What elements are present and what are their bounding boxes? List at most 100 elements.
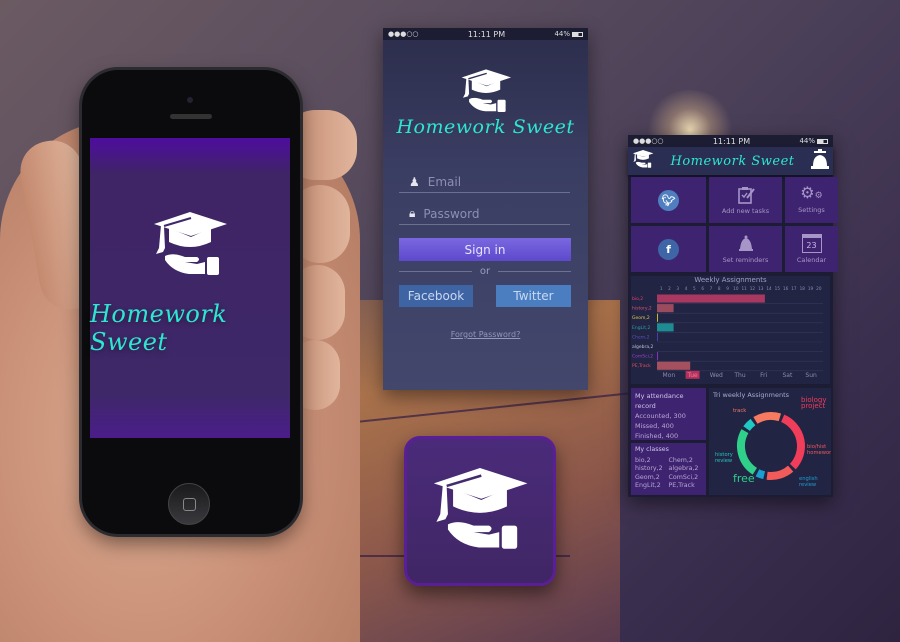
- earpiece: [170, 114, 212, 119]
- attendance-line: Accounted, 300: [635, 412, 686, 420]
- dashboard-screen: ●●●○○ 11:11 PM 44% Homework Sweet 🐦︎ Add…: [628, 135, 838, 497]
- email-placeholder: Email: [427, 174, 462, 189]
- app-icon[interactable]: [404, 436, 556, 586]
- signal-icon: ●●●○○: [388, 30, 419, 38]
- category-label: bio,2: [632, 296, 643, 302]
- category-label: Geom,2: [632, 315, 650, 321]
- slice-label: review: [799, 482, 817, 488]
- settings-tile[interactable]: ⚙⚙ Settings: [785, 177, 838, 223]
- bar: [657, 352, 658, 361]
- tile-label: Set reminders: [722, 255, 769, 264]
- day-label: Wed: [710, 372, 723, 379]
- weekly-chart-svg: 1 2 3 4 5 6 7 8 9 10 11 12 13 14 15 16 17 18 19 20bio,2hist…: [632, 286, 823, 379]
- attendance-line: Missed, 400: [635, 422, 674, 430]
- x-tick-label: 15: [775, 286, 781, 291]
- x-tick-label: 5: [693, 286, 696, 291]
- user-icon: ♟: [409, 174, 420, 189]
- tile-label: Add new tasks: [721, 206, 770, 215]
- app-name: Homework Sweet: [90, 300, 228, 356]
- password-field[interactable]: 🔒︎ Password: [399, 203, 570, 225]
- slice-label: free: [733, 472, 755, 485]
- attendance-panel: My attendance record Accounted, 300 Miss…: [631, 388, 706, 440]
- login-screen: ●●●○○ 11:11 PM 44% Homework Sweet ♟ Emai…: [383, 28, 588, 390]
- reminders-tile[interactable]: Set reminders: [709, 226, 782, 272]
- action-tiles: 🐦︎ Add new tasks ⚙⚙ Settings f Set remin…: [628, 175, 838, 272]
- classes-title: My classes: [635, 446, 669, 453]
- calendar-icon: 23: [801, 234, 822, 253]
- slice-label: homework: [807, 450, 831, 456]
- app-header: Homework Sweet: [628, 147, 833, 175]
- tri-weekly-chart: Tri weekly Assignments biology project bio…: [709, 388, 834, 495]
- x-tick-label: 20: [816, 286, 822, 291]
- twitter-button[interactable]: Twitter: [496, 285, 571, 307]
- category-label: EngLit,2: [632, 325, 651, 331]
- battery-indicator: 44%: [554, 30, 583, 38]
- day-label: Mon: [663, 372, 676, 379]
- signal-icon: ●●●○○: [633, 137, 664, 145]
- twitter-tile[interactable]: 🐦︎: [631, 177, 706, 223]
- attendance-line: Finished, 400: [635, 432, 679, 440]
- x-tick-label: 11: [741, 286, 747, 291]
- slice-label: track: [733, 408, 746, 414]
- class-item: EngLit,2: [635, 482, 661, 490]
- facebook-tile[interactable]: f: [631, 226, 706, 272]
- email-field[interactable]: ♟ Email: [399, 171, 570, 193]
- day-label: Thu: [733, 372, 745, 379]
- home-button[interactable]: [168, 483, 210, 525]
- bar: [657, 304, 674, 313]
- class-item: PE,Track: [668, 482, 695, 490]
- graduation-cap-hand-icon[interactable]: [632, 149, 654, 173]
- password-placeholder: Password: [423, 206, 480, 221]
- calendar-tile[interactable]: 23 Calendar: [785, 226, 838, 272]
- tile-label: Calendar: [796, 256, 827, 264]
- x-tick-label: 3: [676, 286, 679, 291]
- lock-icon: 🔒︎: [409, 206, 416, 220]
- attendance-title: My attendance record: [635, 392, 684, 410]
- class-item: ComSci,2: [668, 473, 699, 481]
- clock: 11:11 PM: [467, 29, 506, 39]
- status-bar: ●●●○○ 11:11 PM 44%: [628, 135, 833, 147]
- x-tick-label: 17: [791, 286, 797, 291]
- x-tick-label: 9: [726, 286, 729, 291]
- x-tick-label: 4: [685, 286, 688, 291]
- x-tick-label: 16: [783, 286, 789, 291]
- class-item: Chem,2: [668, 456, 693, 464]
- facebook-button[interactable]: Facebook: [399, 285, 473, 307]
- category-label: ComSci,2: [632, 354, 653, 360]
- battery-icon: [817, 138, 828, 144]
- bell-ringer-icon[interactable]: [810, 148, 829, 174]
- graduation-cap-hand-icon: [459, 68, 513, 114]
- weekly-assignments-chart: Weekly Assignments 1 2 3 4 5 6 7 8 9 10 11 12 13 14 15…: [631, 276, 830, 384]
- bar: [657, 313, 658, 322]
- or-divider: or: [399, 266, 572, 277]
- class-item: history,2: [635, 465, 663, 473]
- phone-splash: Homework Sweet: [82, 70, 300, 534]
- twitter-icon: 🐦︎: [658, 189, 679, 211]
- app-name: Homework Sweet: [396, 116, 575, 138]
- bar: [657, 323, 674, 332]
- app-title: Homework Sweet: [670, 153, 795, 169]
- clipboard-edit-icon: [737, 186, 755, 204]
- donut-slice: [753, 412, 782, 424]
- add-tasks-tile[interactable]: Add new tasks: [709, 177, 782, 223]
- splash-screen: Homework Sweet: [90, 138, 290, 438]
- donut-chart-svg: biologyprojectbio/histhomeworkenglishrev…: [715, 396, 834, 488]
- slice-label: project: [801, 402, 826, 410]
- graduation-cap-hand-icon: [430, 465, 530, 557]
- category-label: history,2: [632, 306, 652, 312]
- donut-slice: [743, 418, 756, 432]
- x-tick-label: 6: [701, 286, 704, 291]
- bar: [657, 332, 658, 341]
- x-tick-label: 8: [718, 286, 721, 291]
- day-label: Sat: [783, 372, 793, 379]
- x-tick-label: 14: [766, 286, 772, 291]
- battery-indicator: 44%: [799, 137, 828, 145]
- day-label: Fri: [760, 372, 767, 379]
- x-tick-label: 10: [733, 286, 739, 291]
- sign-in-button[interactable]: Sign in: [399, 238, 571, 261]
- x-tick-label: 19: [808, 286, 814, 291]
- day-label: Tue: [686, 372, 698, 379]
- x-tick-label: 2: [668, 286, 671, 291]
- forgot-password-link[interactable]: Forgot Password?: [383, 330, 588, 339]
- chart-title: Tri weekly Assignments: [713, 391, 790, 399]
